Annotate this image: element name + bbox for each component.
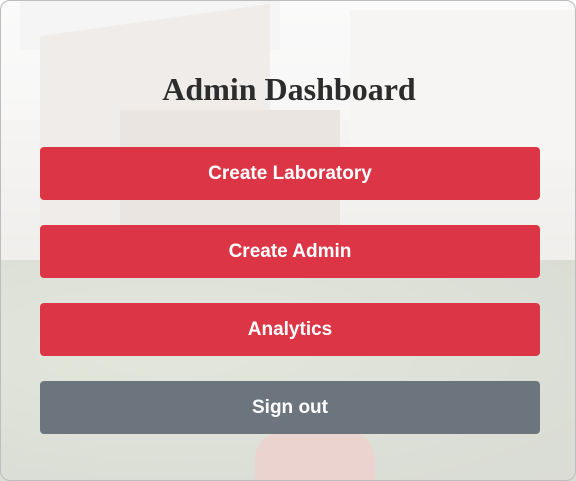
sign-out-button[interactable]: Sign out <box>40 381 540 434</box>
dashboard-panel: Admin Dashboard Create Laboratory Create… <box>0 0 576 481</box>
page-title: Admin Dashboard <box>162 71 416 107</box>
create-laboratory-button[interactable]: Create Laboratory <box>40 147 540 200</box>
analytics-button[interactable]: Analytics <box>40 303 540 356</box>
create-admin-button[interactable]: Create Admin <box>40 225 540 278</box>
